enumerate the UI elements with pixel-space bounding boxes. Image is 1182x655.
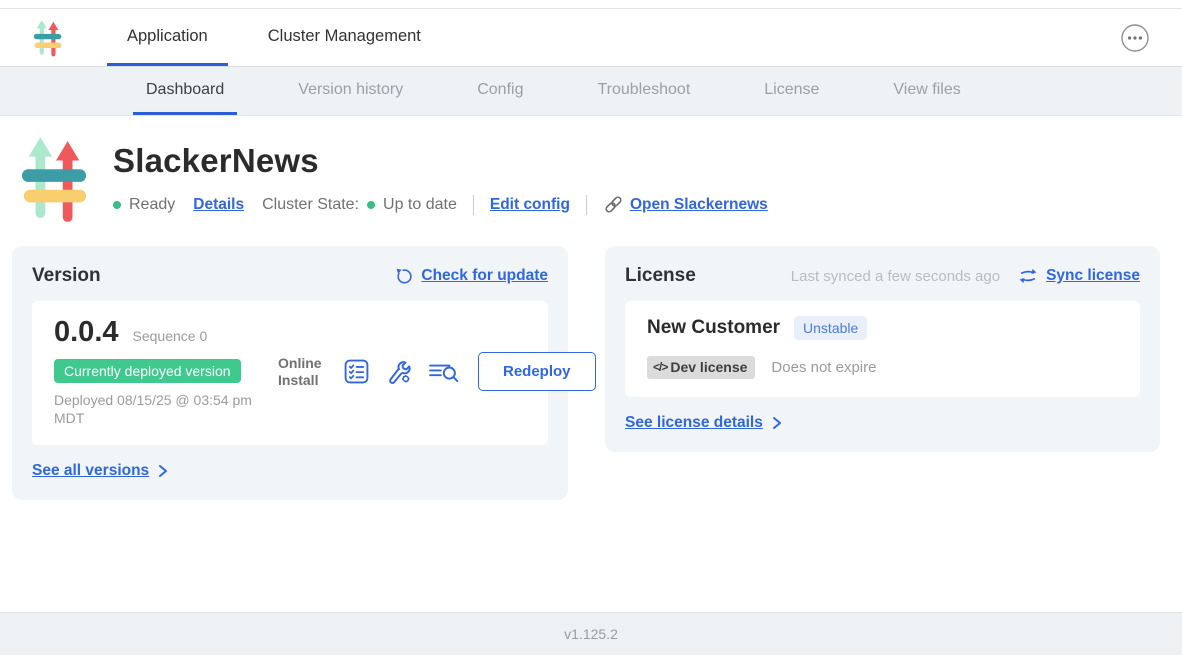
cluster-status-dot — [367, 201, 375, 209]
subnav-item-dashboard[interactable]: Dashboard — [133, 67, 237, 115]
chain-link-icon — [603, 194, 624, 215]
tab-application-label: Application — [127, 27, 208, 46]
sub-nav: Dashboard Version history Config Trouble… — [0, 67, 1182, 116]
subnav-license-label: License — [764, 81, 819, 99]
version-card-title: Version — [32, 265, 101, 287]
app-header: SlackerNews Ready Details Cluster State:… — [0, 116, 1182, 224]
chevron-right-icon — [158, 464, 168, 478]
divider — [586, 195, 587, 215]
topnav-right — [1120, 9, 1182, 66]
app-icon — [20, 134, 90, 224]
slackernews-logo-icon — [33, 18, 63, 58]
code-brackets-glyph: </> — [653, 360, 667, 374]
subnav-item-config[interactable]: Config — [464, 67, 536, 115]
overflow-menu-icon[interactable] — [1120, 23, 1150, 53]
subnav-item-view-files[interactable]: View files — [880, 67, 973, 115]
license-type-label: Dev license — [670, 359, 747, 375]
check-for-update-link[interactable]: Check for update — [421, 267, 548, 285]
deployed-timestamp: Deployed 08/15/25 @ 03:54 pm MDT — [54, 391, 259, 427]
preflight-checklist-icon[interactable] — [343, 358, 370, 385]
edit-config-link[interactable]: Edit config — [490, 196, 570, 214]
brand-logo[interactable] — [33, 18, 63, 66]
top-nav: Application Cluster Management — [0, 9, 1182, 67]
sync-license-link[interactable]: Sync license — [1046, 267, 1140, 285]
refresh-icon — [394, 267, 413, 286]
subnav-config-label: Config — [477, 81, 523, 99]
license-card: License Last synced a few seconds ago — [605, 246, 1160, 452]
last-synced-text: Last synced a few seconds ago — [791, 268, 1000, 285]
chevron-right-icon — [772, 416, 782, 430]
details-link[interactable]: Details — [193, 196, 244, 214]
subnav-item-license[interactable]: License — [751, 67, 832, 115]
subnav-item-troubleshoot[interactable]: Troubleshoot — [584, 67, 703, 115]
page-title: SlackerNews — [113, 142, 768, 180]
install-type-label: Online Install — [278, 355, 328, 389]
app-status-label: Ready — [129, 196, 175, 214]
divider — [473, 195, 474, 215]
subnav-dashboard-label: Dashboard — [146, 81, 224, 99]
tab-cluster-management[interactable]: Cluster Management — [248, 9, 441, 66]
app-status-dot — [113, 201, 121, 209]
current-version-panel: 0.0.4 Sequence 0 Currently deployed vers… — [32, 301, 548, 445]
version-number: 0.0.4 — [54, 316, 119, 349]
subnav-view-files-label: View files — [893, 81, 960, 99]
channel-badge: Unstable — [794, 316, 867, 340]
tab-cluster-management-label: Cluster Management — [268, 27, 421, 46]
topnav-tabs: Application Cluster Management — [107, 9, 461, 66]
customer-name: New Customer — [647, 317, 780, 339]
console-version: v1.125.2 — [564, 626, 618, 642]
open-app-link[interactable]: Open Slackernews — [630, 196, 768, 214]
currently-deployed-badge: Currently deployed version — [54, 359, 241, 383]
tab-application[interactable]: Application — [107, 9, 228, 66]
see-license-details-link[interactable]: See license details — [625, 414, 763, 432]
version-sequence: Sequence 0 — [133, 328, 208, 344]
cluster-state-value: Up to date — [383, 196, 457, 214]
version-card: Version Check for update — [12, 246, 568, 500]
license-type-badge: </> Dev license — [647, 356, 755, 379]
app-status-row: Ready Details Cluster State: Up to date … — [113, 194, 768, 215]
subnav-item-version-history[interactable]: Version history — [285, 67, 416, 115]
see-all-versions-link[interactable]: See all versions — [32, 462, 149, 480]
main-content: SlackerNews Ready Details Cluster State:… — [0, 116, 1182, 500]
top-strip — [0, 0, 1182, 9]
footer: v1.125.2 — [0, 612, 1182, 655]
admin-console-page: Application Cluster Management Dashboard… — [0, 0, 1182, 655]
dashboard-cards: Version Check for update — [12, 246, 1160, 500]
license-card-title: License — [625, 265, 696, 287]
subnav-version-history-label: Version history — [298, 81, 403, 99]
cluster-state-label: Cluster State: — [262, 196, 359, 214]
log-search-icon[interactable] — [428, 359, 460, 385]
license-details-panel: New Customer Unstable </> Dev license Do… — [625, 301, 1140, 397]
subnav-troubleshoot-label: Troubleshoot — [597, 81, 690, 99]
redeploy-button[interactable]: Redeploy — [478, 352, 596, 391]
wrench-gear-icon[interactable] — [385, 358, 413, 386]
license-expiry: Does not expire — [771, 359, 876, 376]
sync-arrows-icon — [1018, 266, 1038, 286]
